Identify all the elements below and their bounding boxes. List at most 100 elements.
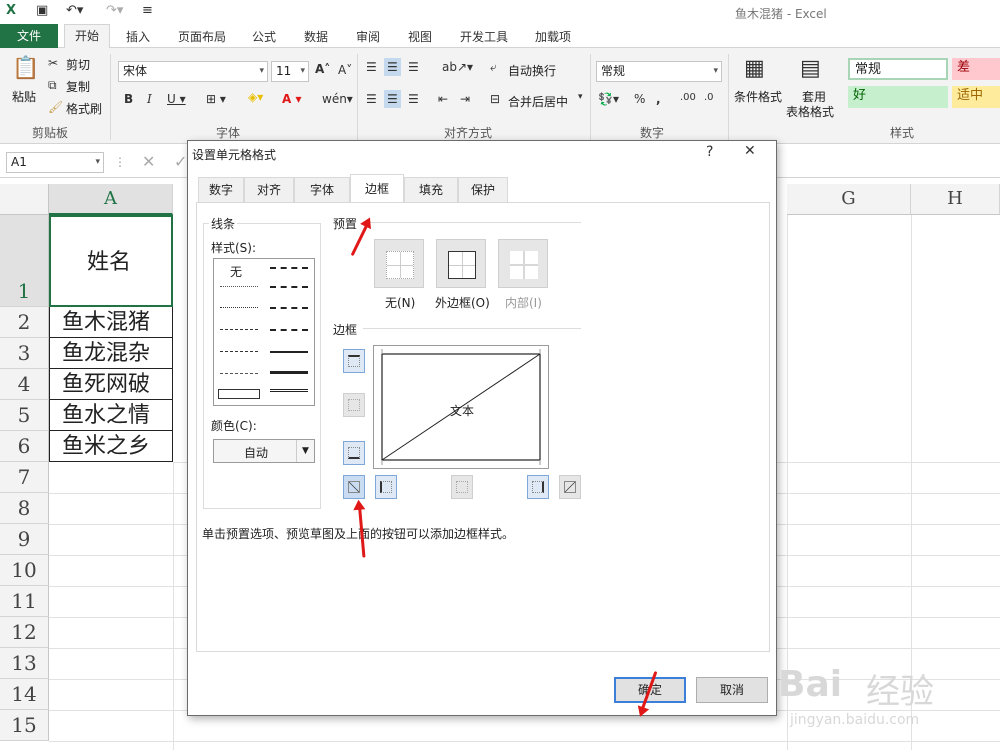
cell-a1[interactable]: 姓名 — [49, 215, 173, 307]
row-header[interactable]: 3 — [0, 338, 49, 369]
comma-style-icon[interactable]: , — [656, 92, 661, 106]
tab-font[interactable]: 字体 — [294, 177, 350, 203]
line-style-list[interactable]: 无 — [213, 258, 315, 406]
close-button[interactable]: ✕ — [744, 143, 756, 159]
italic-icon[interactable]: I — [147, 92, 152, 106]
line-style-option[interactable] — [270, 389, 308, 394]
font-name-combo[interactable]: 宋体 ▾ — [118, 61, 268, 82]
row-header[interactable]: 8 — [0, 493, 49, 524]
border-bottom-button[interactable] — [343, 441, 365, 465]
row-header[interactable]: 11 — [0, 586, 49, 617]
increase-font-icon[interactable]: A˄ — [315, 62, 330, 76]
line-style-option[interactable] — [220, 351, 258, 352]
tab-home[interactable]: 开始 — [64, 24, 111, 49]
orientation-icon[interactable]: ab↗▾ — [442, 60, 473, 74]
row-header[interactable]: 5 — [0, 400, 49, 431]
wrap-text-button[interactable]: 自动换行 — [508, 62, 556, 79]
wrap-text-icon[interactable]: ⤶ — [490, 60, 497, 75]
cell-a2[interactable]: 鱼木混猪 — [49, 307, 173, 338]
line-style-option[interactable] — [220, 373, 258, 374]
increase-indent-icon[interactable]: ⇥ — [460, 92, 470, 106]
copy-button[interactable]: 复制 — [66, 78, 90, 95]
merge-center-icon[interactable]: ⊟ — [490, 92, 500, 106]
cell-a3[interactable]: 鱼龙混杂 — [49, 338, 173, 369]
phonetic-icon[interactable]: wén▾ — [322, 92, 353, 106]
fill-color-icon[interactable]: ◈▾ — [248, 90, 263, 104]
cell-a4[interactable]: 鱼死网破 — [49, 369, 173, 400]
border-left-button[interactable] — [375, 475, 397, 499]
tab-protection[interactable]: 保护 — [458, 177, 508, 203]
cancel-button[interactable]: 取消 — [696, 677, 768, 703]
cell-a5[interactable]: 鱼水之情 — [49, 400, 173, 431]
row-header[interactable]: 9 — [0, 524, 49, 555]
name-box[interactable]: A1 ▾ — [6, 152, 104, 173]
tab-addins[interactable]: 加载项 — [535, 28, 571, 45]
copy-icon[interactable]: ⧉ — [48, 78, 57, 93]
tab-formulas[interactable]: 公式 — [252, 28, 276, 45]
line-style-option[interactable] — [220, 307, 258, 308]
align-center-icon[interactable]: ☰ — [384, 90, 401, 108]
column-header-a[interactable]: A — [49, 184, 173, 215]
line-style-option[interactable] — [220, 329, 258, 330]
conditional-format-button[interactable]: 条件格式 — [734, 88, 782, 105]
border-top-button[interactable] — [343, 349, 365, 373]
column-header-h[interactable]: H — [911, 184, 1000, 215]
style-normal[interactable]: 常规 — [848, 58, 948, 80]
tab-page-layout[interactable]: 页面布局 — [178, 28, 226, 45]
line-style-option[interactable] — [270, 351, 308, 353]
cut-icon[interactable]: ✂ — [48, 56, 58, 70]
line-style-option[interactable] — [270, 329, 308, 331]
row-header[interactable]: 7 — [0, 462, 49, 493]
tab-alignment[interactable]: 对齐 — [244, 177, 294, 203]
font-color-icon[interactable]: A ▾ — [282, 92, 302, 106]
tab-number[interactable]: 数字 — [198, 177, 244, 203]
line-style-option-selected[interactable] — [218, 389, 260, 399]
format-as-table-icon[interactable]: ▤ — [800, 56, 821, 81]
decrease-font-icon[interactable]: A˅ — [338, 63, 352, 77]
format-painter-button[interactable]: 格式刷 — [66, 100, 102, 117]
row-header[interactable]: 2 — [0, 307, 49, 338]
row-header[interactable]: 13 — [0, 648, 49, 679]
cell-a6[interactable]: 鱼米之乡 — [49, 431, 173, 462]
align-bottom-icon[interactable]: ☰ — [408, 60, 419, 74]
decrease-indent-icon[interactable]: ⇤ — [438, 92, 448, 106]
borders-icon[interactable]: ⊞ ▾ — [206, 92, 226, 106]
align-right-icon[interactable]: ☰ — [408, 92, 419, 106]
bold-icon[interactable]: B — [124, 92, 133, 106]
undo-icon[interactable]: ↶▾ — [66, 3, 83, 18]
tab-review[interactable]: 审阅 — [356, 28, 380, 45]
number-format-combo[interactable]: 常规 ▾ — [596, 61, 722, 82]
merge-center-button[interactable]: 合并后居中 — [508, 93, 568, 110]
paste-button[interactable]: 粘贴 — [12, 88, 36, 105]
align-left-icon[interactable]: ☰ — [366, 92, 377, 106]
confirm-entry-icon[interactable]: ✓ — [174, 152, 187, 171]
row-header[interactable]: 6 — [0, 431, 49, 462]
percent-icon[interactable]: % — [634, 92, 645, 106]
preset-none-button[interactable] — [374, 239, 424, 288]
paste-icon[interactable]: 📋 — [12, 56, 39, 81]
row-header[interactable]: 15 — [0, 710, 49, 741]
border-diagonal-up-button[interactable] — [343, 475, 365, 499]
border-preview[interactable]: 文本 — [373, 345, 549, 469]
row-header[interactable]: 12 — [0, 617, 49, 648]
row-header[interactable]: 1 — [0, 215, 49, 307]
tab-data[interactable]: 数据 — [304, 28, 328, 45]
save-icon[interactable]: ▣ — [36, 3, 48, 18]
tab-developer[interactable]: 开发工具 — [460, 28, 508, 45]
customize-qat-icon[interactable]: ≡ — [142, 3, 153, 18]
line-style-option[interactable] — [270, 286, 308, 288]
column-header-g[interactable]: G — [787, 184, 911, 215]
line-style-option[interactable] — [270, 307, 308, 309]
row-header[interactable]: 4 — [0, 369, 49, 400]
conditional-format-icon[interactable]: ▦ — [744, 56, 765, 81]
border-diagonal-down-button[interactable] — [559, 475, 581, 499]
align-top-icon[interactable]: ☰ — [366, 60, 377, 74]
format-painter-icon[interactable]: 🖌 — [48, 100, 63, 114]
line-style-option[interactable] — [270, 371, 308, 374]
redo-icon[interactable]: ↷▾ — [106, 3, 123, 18]
color-dropdown[interactable]: 自动 ▼ — [213, 439, 315, 463]
border-right-button[interactable] — [527, 475, 549, 499]
row-header[interactable]: 10 — [0, 555, 49, 586]
tab-border[interactable]: 边框 — [350, 174, 404, 203]
font-size-combo[interactable]: 11 ▾ — [271, 61, 309, 82]
